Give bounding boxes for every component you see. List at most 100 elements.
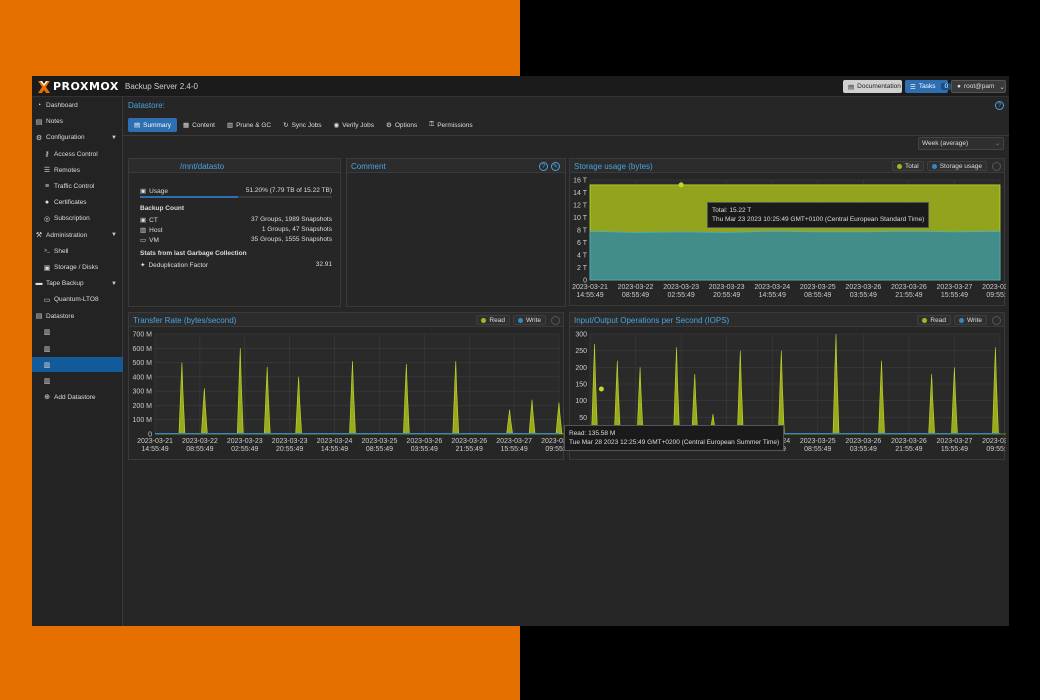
tab-label: Summary <box>143 121 171 129</box>
y-tick-label: 2 T <box>577 265 588 272</box>
cogs-icon: ⚙ <box>35 134 43 142</box>
y-tick-label: 12 T <box>573 203 588 210</box>
proxmox-x-icon <box>38 80 50 93</box>
sidebar-item-notes[interactable]: ▤ Notes <box>32 114 123 129</box>
legend-label: Write <box>525 316 541 324</box>
storage-usage-chart[interactable]: 02 T4 T6 T8 T10 T12 T14 T16 T2023-03-211… <box>570 174 1006 306</box>
tab-label: Prune & GC <box>236 121 272 129</box>
reset-zoom-icon[interactable] <box>992 162 1001 171</box>
sidebar-item-tape-backup[interactable]: ▬ Tape Backup ▼ <box>32 276 123 291</box>
storage-usage-panel: Storage usage (bytes) Total Storage usag… <box>569 158 1006 306</box>
help-icon[interactable]: ? <box>995 101 1004 110</box>
count-label: CT <box>149 216 158 224</box>
tab-label: Permissions <box>437 121 473 129</box>
x-tick-date: 2023-03-21 <box>137 438 173 445</box>
backup-count-row-ct: ▣ CT 37 Groups, 1989 Snapshots <box>140 216 332 225</box>
sidebar-item-subscription[interactable]: ◎ Subscription <box>32 211 123 226</box>
magic-icon: ✦ <box>140 262 146 269</box>
panel-header: Input/Output Operations per Second (IOPS… <box>570 313 1004 327</box>
iops-legend: Read Write <box>917 315 987 325</box>
tab-verify-jobs[interactable]: ◉ Verify Jobs <box>328 118 380 132</box>
sidebar-item-datastore[interactable]: ▤ Datastore <box>32 309 123 324</box>
legend-label: Total <box>904 162 919 170</box>
sidebar-item-shell[interactable]: >_ Shell <box>32 244 123 259</box>
reset-zoom-icon[interactable] <box>551 316 560 325</box>
edit-comment-icon[interactable]: ✎ <box>551 162 560 171</box>
x-tick-date: 2023-03-26 <box>406 438 442 445</box>
certificate-icon: ● <box>44 199 50 207</box>
count-label-group: ▣ CT <box>140 216 158 225</box>
sidebar-item-quantum-lto8[interactable]: ▭ Quantum-LTO8 <box>32 292 123 307</box>
tasks-button[interactable]: ☰ Tasks 0 <box>905 80 952 93</box>
sidebar-item-administration[interactable]: ⚒ Administration ▼ <box>32 228 123 243</box>
chevron-down-icon[interactable]: ▼ <box>111 232 117 238</box>
y-tick-label: 10 T <box>573 215 588 222</box>
app-window: PROXMOX Backup Server 2.4-0 ▤ Documentat… <box>32 76 1009 626</box>
tab-summary[interactable]: ▤ Summary <box>128 118 177 132</box>
sidebar-item-label: Add Datastore <box>54 393 96 401</box>
sidebar-item-access-control[interactable]: ⚷ Access Control <box>32 147 123 162</box>
y-tick-label: 200 <box>575 365 587 372</box>
help-icon[interactable]: ? <box>539 162 548 171</box>
sidebar-item-add-datastore[interactable]: ⊕ Add Datastore <box>32 390 123 405</box>
legend-storage-usage[interactable]: Storage usage <box>926 161 987 171</box>
sidebar-item-configuration[interactable]: ⚙ Configuration ▼ <box>32 130 123 145</box>
tab-permissions[interactable]: ⚿ Permissions <box>423 118 478 132</box>
y-tick-label: 150 <box>575 382 587 389</box>
transfer-rate-chart[interactable]: 0100 M200 M300 M400 M500 M600 M700 M2023… <box>129 328 565 460</box>
sidebar-item-datastore-2[interactable]: ▥ <box>32 341 123 356</box>
x-tick-date: 2023-03-25 <box>800 438 836 445</box>
check-circle-icon: ◉ <box>333 122 340 129</box>
panel-header: /mnt/datasto <box>129 159 340 173</box>
user-menu-button[interactable]: ● root@pam ⌄ <box>951 80 1006 93</box>
tab-prune-gc[interactable]: ▥ Prune & GC <box>221 118 277 132</box>
legend-label: Read <box>489 316 505 324</box>
legend-dot <box>517 317 523 323</box>
x-tick-date: 2023-03-25 <box>800 284 836 291</box>
timeframe-select[interactable]: Week (average) ⌄ <box>918 137 1004 150</box>
sidebar: ◔ Dashboard ▤ Notes ⚙ Configuration ▼ ⚷ Access C… <box>32 97 123 626</box>
sidebar-item-remotes[interactable]: ☰ Remotes <box>32 163 123 178</box>
sidebar-item-label: Datastore <box>46 312 75 320</box>
sidebar-item-datastore-4[interactable]: ▥ <box>32 373 123 388</box>
documentation-button[interactable]: ▤ Documentation <box>843 80 902 93</box>
x-tick-time: 14:55:49 <box>576 292 603 299</box>
sidebar-item-datastore-3[interactable]: ▥ <box>32 357 123 373</box>
legend-label: Storage usage <box>939 162 982 170</box>
legend-write[interactable]: Write <box>953 315 987 325</box>
legend-read[interactable]: Read <box>917 315 951 325</box>
sidebar-item-certificates[interactable]: ● Certificates <box>32 195 123 210</box>
tab-sync-jobs[interactable]: ↻ Sync Jobs <box>277 118 327 132</box>
x-tick-date: 2023-03-23 <box>663 284 699 291</box>
y-tick-label: 4 T <box>577 253 588 260</box>
tab-options[interactable]: ⚙ Options <box>380 118 423 132</box>
y-tick-label: 700 M <box>133 332 153 339</box>
y-tick-label: 300 M <box>133 389 153 396</box>
chevron-down-icon[interactable]: ▼ <box>111 135 117 141</box>
legend-total[interactable]: Total <box>891 161 924 171</box>
x-tick-date: 2023-03-26 <box>891 438 927 445</box>
sidebar-item-datastore-1[interactable]: ▥ <box>32 325 123 340</box>
sidebar-item-dashboard[interactable]: ◔ Dashboard <box>32 98 123 113</box>
x-tick-time: 08:55:49 <box>804 292 831 299</box>
sidebar-item-label: Quantum-LTO8 <box>54 296 99 304</box>
tab-content[interactable]: ▦ Content <box>177 118 221 132</box>
y-tick-label: 16 T <box>573 178 588 185</box>
x-tick-date: 2023-03-25 <box>362 438 398 445</box>
y-tick-label: 300 <box>575 332 587 339</box>
legend-write[interactable]: Write <box>512 315 546 325</box>
sidebar-item-storage-disks[interactable]: ▣ Storage / Disks <box>32 260 123 275</box>
tooltip-value: Total: 15.22 T <box>712 207 752 214</box>
x-tick-time: 09:55:49 <box>545 446 565 453</box>
chevron-down-icon[interactable]: ▼ <box>111 281 117 287</box>
storage-chart-title: Storage usage (bytes) <box>574 162 653 171</box>
x-tick-time: 09:55:49 <box>986 292 1006 299</box>
x-tick-time: 03:55:49 <box>411 446 438 453</box>
x-tick-time: 15:55:49 <box>500 446 527 453</box>
legend-read[interactable]: Read <box>476 315 510 325</box>
reset-zoom-icon[interactable] <box>992 316 1001 325</box>
x-tick-time: 14:55:49 <box>321 446 348 453</box>
backup-count-row-vm: ▭ VM 35 Groups, 1555 Snapshots <box>140 236 332 245</box>
x-tick-time: 21:55:49 <box>895 446 922 453</box>
sidebar-item-traffic-control[interactable]: ≡ Traffic Control <box>32 179 123 194</box>
